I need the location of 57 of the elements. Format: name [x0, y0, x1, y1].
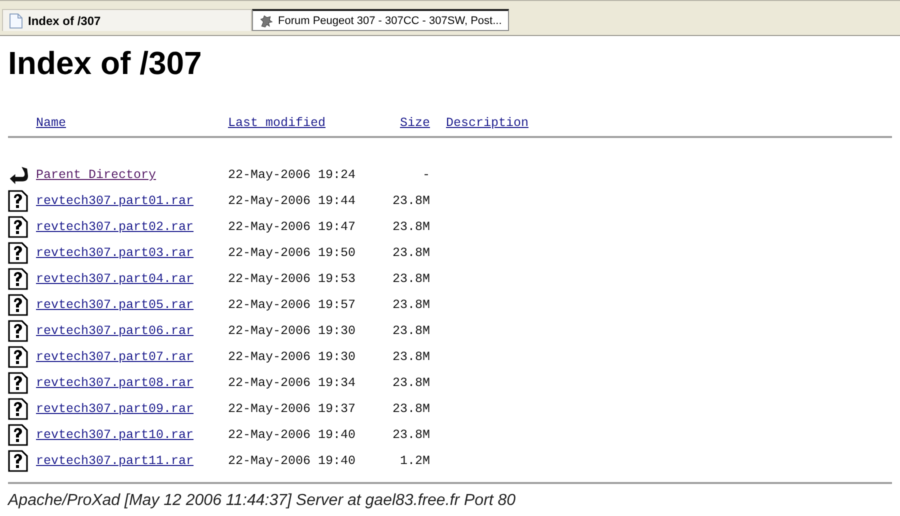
file-link[interactable]: revtech307.part09.rar [36, 402, 194, 416]
size-cell: 23.8M [392, 220, 430, 234]
file-link[interactable]: revtech307.part04.rar [36, 272, 194, 286]
date-cell: 22-May-2006 19:40 [228, 428, 356, 442]
size-cell: 23.8M [392, 428, 430, 442]
file-link[interactable]: revtech307.part06.rar [36, 324, 194, 338]
file-link[interactable]: revtech307.part08.rar [36, 376, 194, 390]
column-sort-link[interactable]: Last modified [228, 116, 326, 130]
column-sort-link[interactable]: Name [36, 116, 66, 130]
file-link[interactable]: revtech307.part03.rar [36, 246, 194, 260]
date-cell: 22-May-2006 19:30 [228, 350, 356, 364]
page-heading: Index of /307 [8, 44, 203, 82]
file-link[interactable]: revtech307.part05.rar [36, 298, 194, 312]
size-cell: - [422, 168, 430, 182]
back-arrow-icon [8, 164, 28, 186]
file-link[interactable]: revtech307.part01.rar [36, 194, 194, 208]
unknown-file-icon [8, 216, 28, 238]
file-link[interactable]: revtech307.part10.rar [36, 428, 194, 442]
date-cell: 22-May-2006 19:37 [228, 402, 356, 416]
page-icon [9, 12, 23, 28]
date-cell: 22-May-2006 19:30 [228, 324, 356, 338]
size-cell: 23.8M [392, 272, 430, 286]
unknown-file-icon [8, 320, 28, 342]
file-link[interactable]: revtech307.part02.rar [36, 220, 194, 234]
size-cell: 23.8M [392, 324, 430, 338]
date-cell: 22-May-2006 19:40 [228, 454, 356, 468]
unknown-file-icon [8, 398, 28, 420]
size-cell: 23.8M [392, 376, 430, 390]
unknown-file-icon [8, 450, 28, 472]
date-cell: 22-May-2006 19:53 [228, 272, 356, 286]
date-cell: 22-May-2006 19:44 [228, 194, 356, 208]
size-cell: 23.8M [392, 298, 430, 312]
unknown-file-icon [8, 372, 28, 394]
column-sort-link[interactable]: Description [446, 116, 529, 130]
size-cell: 23.8M [392, 402, 430, 416]
date-cell: 22-May-2006 19:24 [228, 168, 356, 182]
column-sort-link[interactable]: Size [400, 116, 430, 130]
file-link[interactable]: revtech307.part07.rar [36, 350, 194, 364]
unknown-file-icon [8, 242, 28, 264]
date-cell: 22-May-2006 19:47 [228, 220, 356, 234]
file-link[interactable]: Parent Directory [36, 168, 156, 182]
file-link[interactable]: revtech307.part11.rar [36, 454, 194, 468]
size-cell: 23.8M [392, 350, 430, 364]
browser-tab[interactable]: Forum Peugeot 307 - 307CC - 307SW, Post... [252, 9, 509, 31]
unknown-file-icon [8, 346, 28, 368]
unknown-file-icon [8, 424, 28, 446]
date-cell: 22-May-2006 19:50 [228, 246, 356, 260]
size-cell: 1.2M [400, 454, 430, 468]
size-cell: 23.8M [392, 194, 430, 208]
size-cell: 23.8M [392, 246, 430, 260]
unknown-file-icon [8, 268, 28, 290]
date-cell: 22-May-2006 19:57 [228, 298, 356, 312]
server-signature: Apache/ProXad [May 12 2006 11:44:37] Server at gael83.free.fr Port 80 [8, 492, 517, 510]
browser-tab[interactable]: Index of /307 [2, 9, 252, 31]
date-cell: 22-May-2006 19:34 [228, 376, 356, 390]
unknown-file-icon [8, 294, 28, 316]
unknown-file-icon [8, 190, 28, 212]
